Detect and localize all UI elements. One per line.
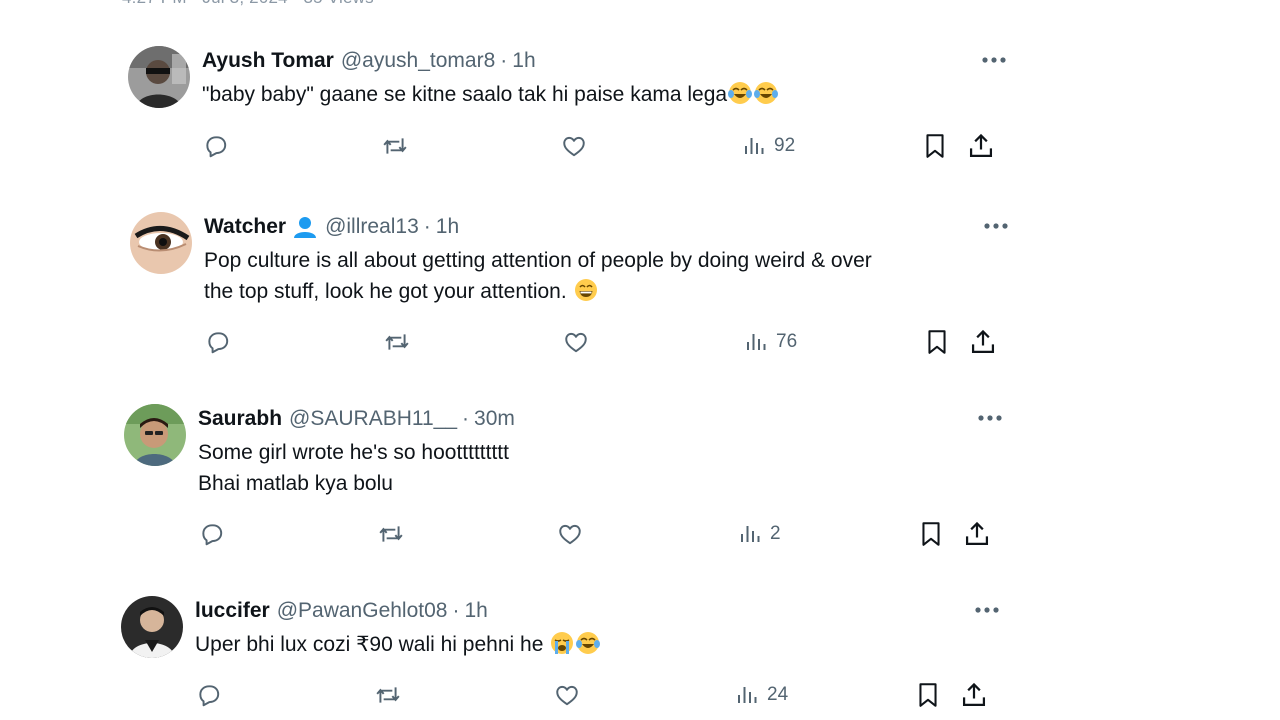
reply-text: "baby baby" gaane se kitne saalo tak hi … xyxy=(202,79,779,110)
repost-icon[interactable] xyxy=(382,327,412,357)
reply-icon[interactable] xyxy=(198,519,226,549)
timestamp[interactable]: 30m xyxy=(474,407,515,431)
more-icon[interactable] xyxy=(973,598,1001,622)
views-count: 76 xyxy=(776,331,798,352)
views-count: 2 xyxy=(770,523,781,544)
reply-text-content: Pop culture is all about getting attenti… xyxy=(204,249,872,303)
views-button[interactable]: 2 xyxy=(738,519,781,549)
like-icon[interactable] xyxy=(562,327,590,357)
reply-header: Ayush Tomar @ayush_tomar8 · 1h xyxy=(202,46,536,76)
grinning-face-emoji-icon xyxy=(573,277,599,303)
avatar[interactable] xyxy=(124,404,186,466)
separator: · xyxy=(462,407,470,430)
like-icon[interactable] xyxy=(560,131,588,161)
user-handle[interactable]: @ayush_tomar8 xyxy=(341,49,495,73)
views-icon xyxy=(738,522,762,546)
repost-icon[interactable] xyxy=(376,519,406,549)
reply-text-content: Uper bhi lux cozi ₹90 wali hi pehni he xyxy=(195,633,550,656)
share-icon[interactable] xyxy=(960,680,988,710)
reply-text: Some girl wrote he's so hoottttttttt Bha… xyxy=(198,441,509,495)
user-handle[interactable]: @illreal13 xyxy=(325,215,419,239)
action-bar: 76 xyxy=(204,327,1012,357)
reply-header: Watcher @illreal13 · 1h xyxy=(204,212,459,242)
views-icon xyxy=(735,683,759,707)
avatar[interactable] xyxy=(128,46,190,108)
action-bar: 2 xyxy=(198,519,1006,549)
reply-icon[interactable] xyxy=(195,680,223,710)
tears-of-joy-emoji-icon xyxy=(727,80,753,106)
post-meta: 4:27 PM · Jul 3, 2024 · 35 Views xyxy=(122,0,374,8)
bookmark-icon[interactable] xyxy=(915,680,941,710)
display-name[interactable]: luccifer xyxy=(195,599,270,623)
separator: · xyxy=(423,215,431,238)
bookmark-icon[interactable] xyxy=(922,131,948,161)
reply-text: Uper bhi lux cozi ₹90 wali hi pehni he xyxy=(195,629,601,660)
views-icon xyxy=(744,330,768,354)
more-icon[interactable] xyxy=(982,214,1010,238)
share-icon[interactable] xyxy=(969,327,997,357)
views-button[interactable]: 76 xyxy=(744,327,797,357)
reply-header: luccifer @PawanGehlot08 · 1h xyxy=(195,596,488,626)
display-name[interactable]: Saurabh xyxy=(198,407,282,431)
bookmark-icon[interactable] xyxy=(918,519,944,549)
like-icon[interactable] xyxy=(556,519,584,549)
tears-of-joy-emoji-icon xyxy=(575,630,601,656)
reply-header: Saurabh @SAURABH11__ · 30m xyxy=(198,404,515,434)
timestamp[interactable]: 1h xyxy=(512,49,535,73)
more-icon[interactable] xyxy=(976,406,1004,430)
user-handle[interactable]: @SAURABH11__ xyxy=(289,407,457,431)
tears-of-joy-emoji-icon xyxy=(753,80,779,106)
separator: · xyxy=(452,599,460,622)
bookmark-icon[interactable] xyxy=(924,327,950,357)
action-bar: 24 xyxy=(195,680,1003,710)
share-icon[interactable] xyxy=(963,519,991,549)
reply-text-content: "baby baby" gaane se kitne saalo tak hi … xyxy=(202,83,728,106)
replies-timeline: 4:27 PM · Jul 3, 2024 · 35 Views Ayush T… xyxy=(0,0,1280,720)
display-name[interactable]: Watcher xyxy=(204,215,286,239)
separator: · xyxy=(500,49,508,72)
reply-icon[interactable] xyxy=(204,327,232,357)
views-button[interactable]: 24 xyxy=(735,680,788,710)
repost-icon[interactable] xyxy=(380,131,410,161)
views-count: 24 xyxy=(767,684,789,705)
more-icon[interactable] xyxy=(980,48,1008,72)
avatar[interactable] xyxy=(121,596,183,658)
timestamp[interactable]: 1h xyxy=(464,599,487,623)
views-icon xyxy=(742,134,766,158)
user-handle[interactable]: @PawanGehlot08 xyxy=(277,599,448,623)
reply-text: Pop culture is all about getting attenti… xyxy=(204,245,872,307)
action-bar: 92 xyxy=(202,131,1010,161)
share-icon[interactable] xyxy=(967,131,995,161)
repost-icon[interactable] xyxy=(373,680,403,710)
reply-icon[interactable] xyxy=(202,131,230,161)
timestamp[interactable]: 1h xyxy=(436,215,459,239)
loudly-crying-face-emoji-icon xyxy=(549,630,575,656)
like-icon[interactable] xyxy=(553,680,581,710)
avatar[interactable] xyxy=(130,212,192,274)
views-count: 92 xyxy=(774,135,796,156)
person-silhouette-icon xyxy=(292,216,318,238)
views-button[interactable]: 92 xyxy=(742,131,795,161)
display-name[interactable]: Ayush Tomar xyxy=(202,49,334,73)
